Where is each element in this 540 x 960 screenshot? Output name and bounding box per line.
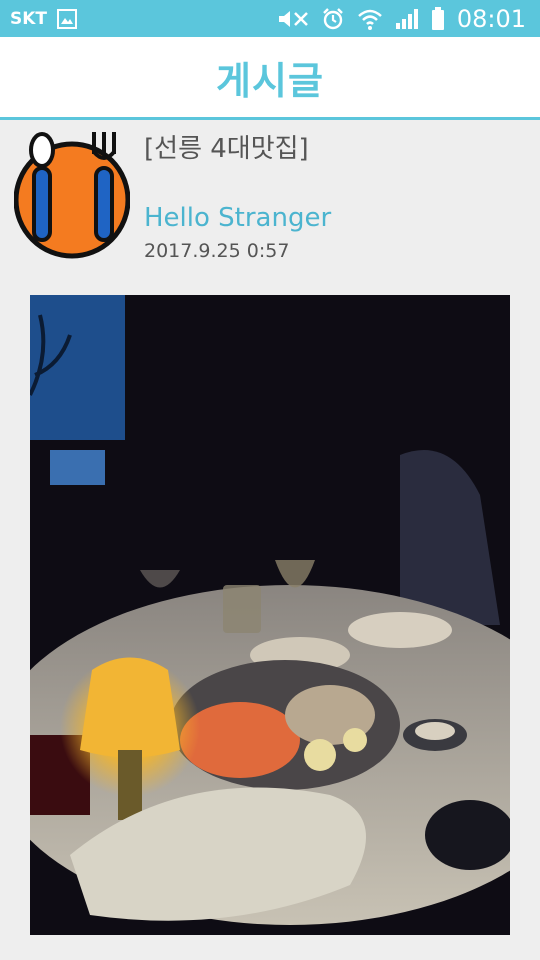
status-bar: SKT 08:01 [0,0,540,37]
restaurant-icon [13,130,131,260]
author-name[interactable]: Hello Stranger [144,203,331,233]
carrier-label: SKT [10,8,48,29]
post-title: [선릉 4대맛집] [144,134,309,164]
battery-icon [431,6,445,31]
post-photo[interactable] [30,295,510,935]
app-bar: 게시글 [0,37,540,120]
wifi-icon [357,7,383,31]
clock-time: 08:01 [456,4,526,33]
signal-icon [395,8,419,30]
post-date: 2017.9.25 0:57 [144,240,290,262]
mute-icon [275,8,309,30]
alarm-icon [321,7,345,31]
gallery-icon [57,8,78,29]
page-title: 게시글 [216,58,324,103]
